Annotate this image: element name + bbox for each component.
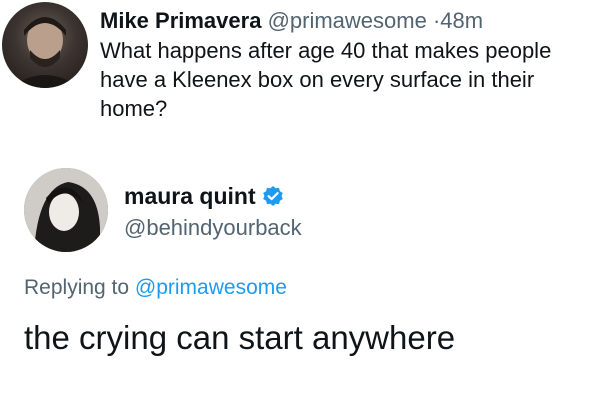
verified-badge-icon — [262, 186, 283, 206]
reply-tweet-text: the crying can start anywhere — [24, 319, 456, 356]
reply-author-row: maura quint — [124, 182, 284, 210]
original-tweet-text: What happens after age 40 that makes peo… — [100, 38, 552, 121]
mike-primavera-avatar[interactable] — [2, 2, 88, 88]
reply-author-name[interactable]: maura quint — [124, 182, 256, 210]
replying-to-label: Replying to — [24, 276, 130, 299]
original-author-name[interactable]: Mike Primavera — [100, 8, 261, 33]
replying-to-line: Replying to @primawesome — [24, 275, 287, 301]
tweet-timestamp[interactable]: 48m — [440, 8, 483, 33]
maura-quint-avatar[interactable] — [24, 168, 108, 252]
original-tweet-header: Mike Primavera @primawesome ·48m — [100, 8, 483, 34]
reply-author-handle[interactable]: @behindyourback — [124, 214, 302, 242]
replying-to-link[interactable]: @primawesome — [135, 276, 287, 299]
original-author-handle[interactable]: @primawesome — [268, 8, 427, 33]
